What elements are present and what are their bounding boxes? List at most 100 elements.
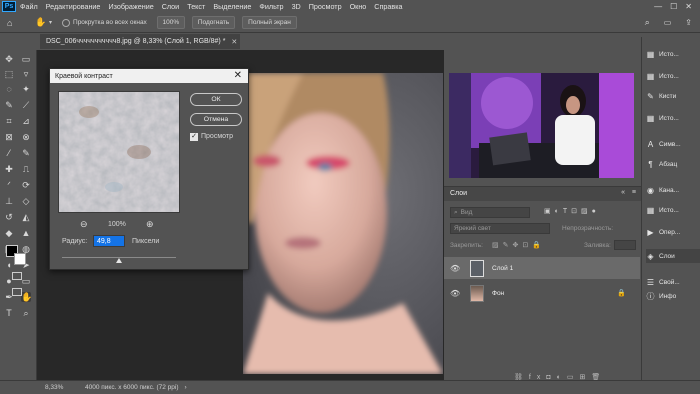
minimize-icon[interactable]: — — [654, 2, 662, 11]
document-tab-title: DSC_006ччччччччччч8.jpg @ 8,33% (Слой 1,… — [46, 38, 226, 45]
hand-tool-active-icon[interactable]: ✋ — [21, 292, 32, 302]
panel-actions[interactable]: ▶ Опер... — [646, 225, 700, 239]
fill-input[interactable] — [614, 240, 636, 250]
bg-eraser-icon[interactable]: ◇ — [21, 196, 31, 206]
workspace-icon[interactable]: ▭ — [664, 18, 672, 27]
history-brush-tool-icon[interactable]: ↺ — [4, 212, 14, 222]
menu-edit[interactable]: Редактирование — [42, 2, 105, 11]
status-zoom[interactable]: 8,33% — [45, 384, 75, 391]
menu-filter[interactable]: Фильтр — [255, 2, 287, 11]
maximize-icon[interactable]: ☐ — [670, 2, 677, 11]
magic-wand-icon[interactable]: ✦ — [21, 84, 31, 94]
background-color-swatch[interactable] — [14, 253, 26, 265]
document-tab[interactable]: DSC_006ччччччччччч8.jpg @ 8,33% (Слой 1,… — [40, 34, 240, 49]
tool-preset-chevron-icon[interactable]: ▾ — [49, 19, 52, 26]
artboard-tool-icon[interactable]: ▭ — [21, 54, 31, 64]
crop-tool-icon[interactable]: ⌗ — [4, 116, 14, 126]
stamp-tool-icon[interactable]: ⊥ — [4, 196, 14, 206]
healing-brush-tool-icon[interactable]: ✚ — [4, 164, 14, 174]
move-tool-icon[interactable]: ✥ — [4, 54, 14, 64]
preview-zoom-out-icon[interactable]: ⊖ — [80, 219, 88, 230]
menu-help[interactable]: Справка — [370, 2, 406, 11]
layer-row-layer1[interactable]: 👁 Слой 1 — [444, 257, 640, 279]
sharpen-tool-icon[interactable]: ▲ — [21, 228, 31, 238]
panel-channels[interactable]: ◉ Кана... — [646, 183, 700, 197]
paint-bucket-icon[interactable]: ◭ — [21, 212, 31, 222]
panel-layers[interactable]: ◈ Слои — [646, 249, 700, 263]
visibility-eye-icon[interactable]: 👁 — [450, 289, 464, 298]
zoom-tool-icon[interactable]: ⌕ — [21, 308, 31, 318]
art-history-brush-icon[interactable]: ⟳ — [21, 180, 31, 190]
quick-select-tool-icon[interactable]: ✎ — [4, 100, 14, 110]
screen-mode-icon[interactable] — [12, 288, 22, 296]
slice-tool-icon[interactable]: ⟋ — [21, 100, 31, 110]
panel-info[interactable]: ⓘ Инфо — [646, 289, 700, 303]
eyedropper-tool-icon[interactable]: ⁄ — [4, 148, 14, 158]
menu-file[interactable]: Файл — [16, 2, 42, 11]
menu-image[interactable]: Изображение — [104, 2, 157, 11]
layers-tab[interactable]: Слои — [450, 190, 467, 197]
menu-view[interactable]: Просмотр — [305, 2, 346, 11]
panel-history-3[interactable]: ▦ Исто... — [646, 111, 700, 125]
ok-button[interactable]: ОК — [190, 93, 242, 106]
dialog-close-icon[interactable]: ✕ — [234, 70, 242, 81]
panel-history-4[interactable]: ▦ Исто... — [646, 203, 700, 217]
preview-checkbox[interactable]: ✓ — [190, 133, 198, 141]
filter-icons[interactable]: ▣◐T⊡▨● — [544, 207, 600, 215]
layer-filter-search[interactable]: ⌕ Вид — [450, 207, 530, 218]
panel-history[interactable]: ▦ Исто... — [646, 47, 700, 61]
panel-menu-icon[interactable]: ≡ — [632, 189, 636, 196]
layer-name[interactable]: Слой 1 — [492, 265, 513, 272]
polygon-lasso-icon[interactable]: ▿ — [21, 69, 31, 79]
preview-zoom-in-icon[interactable]: ⊕ — [146, 219, 154, 230]
pencil-tool-icon[interactable]: ✎ — [21, 148, 31, 158]
panel-properties[interactable]: ☰ Свой... — [646, 275, 700, 289]
scroll-all-checkbox[interactable] — [62, 18, 71, 27]
fit-screen-button[interactable]: Подогнать — [191, 16, 236, 29]
close-icon[interactable]: ✕ — [685, 2, 692, 11]
panel-paragraph[interactable]: ¶ Абзац — [646, 157, 700, 171]
panel-brushes[interactable]: ✎ Кисти — [646, 89, 700, 103]
pattern-stamp-icon[interactable]: ⎍ — [21, 164, 31, 174]
panel-history-2[interactable]: ▦ Исто... — [646, 69, 700, 83]
home-icon[interactable]: ⌂ — [7, 18, 21, 28]
search-icon[interactable]: ⌕ — [645, 17, 650, 28]
ruler-tool-icon[interactable]: ⊿ — [21, 116, 31, 126]
eraser-tool-icon[interactable]: ◆ — [4, 228, 14, 238]
document-image[interactable] — [243, 73, 443, 374]
share-icon[interactable]: ⇪ — [685, 18, 692, 27]
panel-label: Свой... — [659, 278, 680, 286]
status-bar: 8,33% 4000 пикс. x 6000 пикс. (72 ppi) › — [0, 380, 700, 394]
radius-input[interactable]: 49,8 — [93, 235, 125, 247]
layer-name[interactable]: Фон — [492, 290, 504, 297]
status-arrow-icon[interactable]: › — [185, 384, 187, 391]
frame-tool-icon[interactable]: ⊠ — [4, 132, 14, 142]
brush-tool-icon[interactable]: ᐟ — [4, 180, 14, 190]
shape-tool-icon[interactable]: ▭ — [21, 276, 31, 286]
panel-collapse-icon[interactable]: « — [621, 189, 625, 196]
hand-tool-icon[interactable]: ✋ — [35, 17, 49, 28]
menu-window[interactable]: Окно — [346, 2, 371, 11]
visibility-eye-icon[interactable]: 👁 — [450, 264, 464, 273]
panel-character[interactable]: A Симв... — [646, 137, 700, 151]
menu-select[interactable]: Выделение — [209, 2, 255, 11]
menu-layers[interactable]: Слои — [158, 2, 183, 11]
lasso-tool-icon[interactable]: ◌ — [4, 84, 14, 94]
type-tool-icon[interactable]: T — [4, 308, 14, 318]
blend-mode-select[interactable]: Ярекий свет — [450, 223, 550, 234]
layer-row-background[interactable]: 👁 Фон 🔒 — [444, 282, 640, 304]
fullscreen-button[interactable]: Полный экран — [242, 16, 297, 29]
cancel-button[interactable]: Отмена — [190, 113, 242, 126]
blur-tool-icon[interactable]: ◖ — [4, 260, 14, 270]
lock-icons[interactable]: ▨✎✥⊡🔒 — [492, 241, 545, 249]
zoom-100-button[interactable]: 100% — [156, 16, 185, 29]
patch-tool-icon[interactable]: ⊗ — [21, 132, 31, 142]
menu-3d[interactable]: 3D — [288, 2, 305, 11]
tab-close-icon[interactable]: ✕ — [231, 38, 237, 46]
marquee-tool-icon[interactable]: ⬚ — [4, 69, 14, 79]
radius-slider-thumb[interactable] — [116, 258, 122, 263]
layers-panel: Слои « ≡ ⌕ Вид ▣◐T⊡▨● Ярекий свет Непроз… — [444, 186, 641, 381]
menu-text[interactable]: Текст — [183, 2, 209, 11]
filter-preview[interactable] — [58, 91, 180, 213]
quick-mask-icon[interactable] — [12, 272, 22, 280]
